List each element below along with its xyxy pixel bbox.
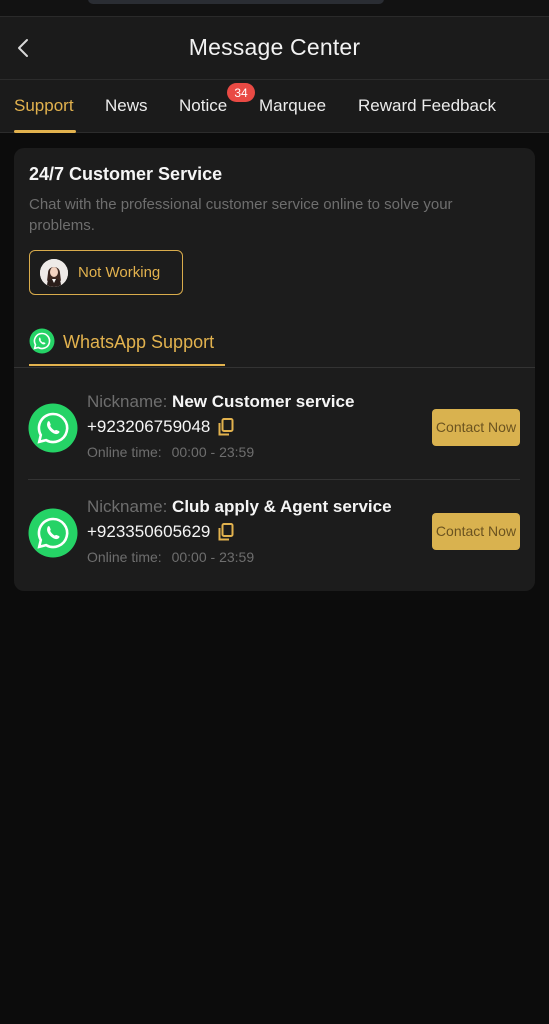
notch-bar [88,0,384,4]
contact-now-button[interactable]: Contact Now [432,409,520,446]
online-time: Online time: 00:00 - 23:59 [87,549,254,565]
online-time-value: 00:00 - 23:59 [171,444,255,460]
service-description: Chat with the professional customer serv… [29,196,453,234]
customer-service-card: 24/7 Customer Service Chat with the prof… [14,148,535,591]
row-divider [28,479,520,480]
contact-phone: +923350605629 [87,522,234,542]
contact-phone: +923206759048 [87,417,234,437]
contact-nickname: Nickname: Club apply & Agent service [87,497,392,517]
whatsapp-support-tab[interactable]: WhatsApp Support [29,328,214,368]
tab-support[interactable]: Support [14,96,74,116]
tab-news[interactable]: News [105,96,148,116]
tab-marquee[interactable]: Marquee [259,96,326,116]
page-title: Message Center [188,34,361,60]
copy-button[interactable] [218,418,234,436]
contact-now-button[interactable]: Contact Now [432,513,520,550]
support-tab-indicator [29,364,225,366]
active-tab-indicator [14,130,76,133]
agent-avatar [40,258,68,287]
whatsapp-icon [29,328,55,354]
service-status-button[interactable]: Not Working [29,250,183,295]
nickname-value: Club apply & Agent service [172,497,392,516]
tab-notice[interactable]: Notice [179,96,227,116]
status-strip [0,0,549,16]
section-divider [14,367,535,368]
app-header: Message Center [0,16,549,79]
nickname-value: New Customer service [172,392,355,411]
online-time-value: 00:00 - 23:59 [171,549,255,565]
tab-reward-feedback[interactable]: Reward Feedback [358,96,496,116]
copy-button[interactable] [218,523,234,541]
whatsapp-support-label: WhatsApp Support [63,332,215,352]
status-label: Not Working [78,264,161,281]
online-time-label: Online time: [87,549,162,565]
whatsapp-icon [28,508,78,558]
nickname-label: Nickname: [87,497,168,516]
online-time-label: Online time: [87,444,162,460]
contact-nickname: Nickname: New Customer service [87,392,354,412]
nickname-label: Nickname: [87,392,168,411]
contact-row: Nickname: New Customer service +92320675… [14,378,535,478]
whatsapp-icon [28,403,78,453]
tab-bar: Support News Notice Marquee Reward Feedb… [0,79,549,133]
service-title: 24/7 Customer Service [29,164,223,184]
contact-row: Nickname: Club apply & Agent service +92… [14,483,535,583]
phone-number: +923206759048 [87,417,211,436]
online-time: Online time: 00:00 - 23:59 [87,444,254,460]
copy-icon [218,523,234,541]
notice-count-badge: 34 [227,83,255,102]
phone-number: +923350605629 [87,522,211,541]
copy-icon [218,418,234,436]
